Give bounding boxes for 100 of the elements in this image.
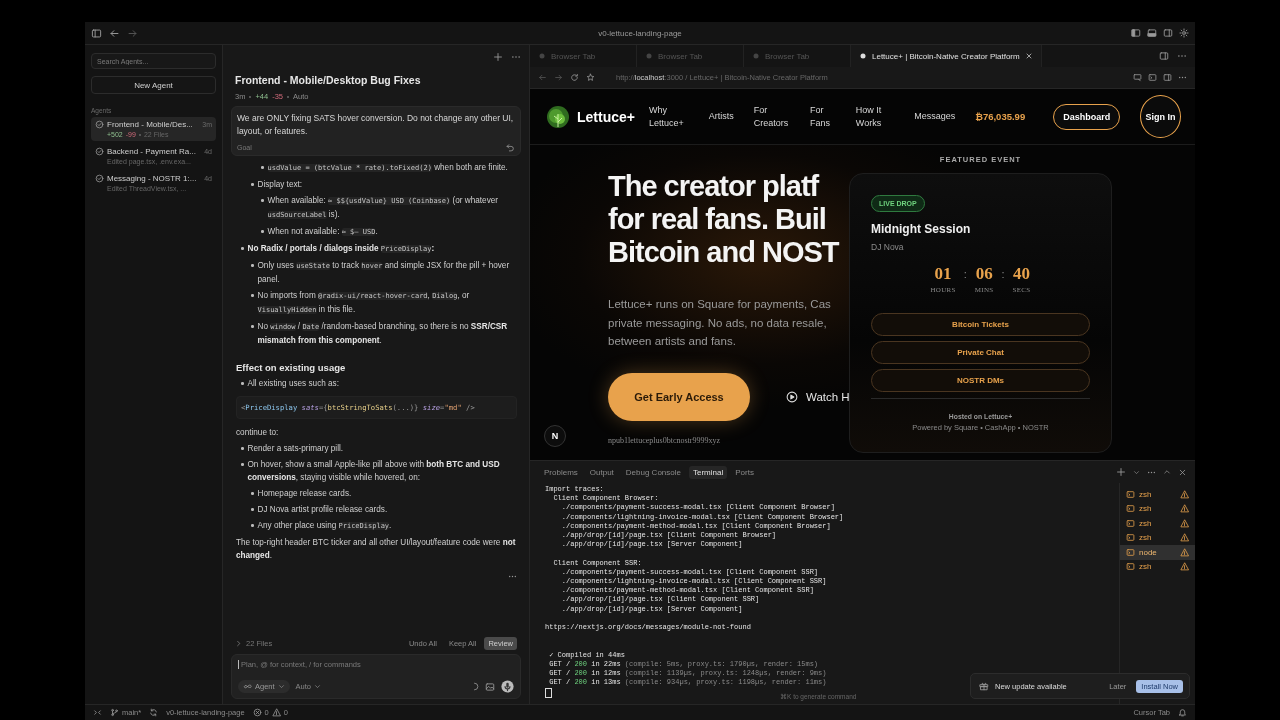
panel-tab[interactable]: Ports	[731, 465, 758, 479]
event-button[interactable]: NOSTR DMs	[871, 369, 1090, 392]
sign-in-button[interactable]: Sign In	[1140, 95, 1181, 138]
bullet-dot	[241, 382, 244, 385]
nav-link[interactable]: Artists	[708, 110, 734, 123]
close-icon[interactable]	[1178, 467, 1187, 477]
panel-bottom-icon[interactable]	[1147, 28, 1157, 38]
panel-right-icon[interactable]	[1163, 28, 1173, 38]
remote-icon[interactable]	[93, 708, 102, 717]
tab-favicon-icon	[752, 52, 760, 60]
chevron-up-icon[interactable]	[1163, 468, 1171, 476]
dev-badge[interactable]: N	[544, 425, 566, 447]
terminal-icon	[1126, 518, 1135, 528]
warning-icon	[1180, 562, 1189, 572]
warning-icon	[1180, 504, 1189, 514]
terminal-session[interactable]: zsh	[1120, 516, 1195, 531]
panel-tab[interactable]: Problems	[540, 465, 582, 479]
split-view-icon[interactable]	[1163, 73, 1172, 82]
warning-icon	[271, 708, 281, 717]
branch-icon	[110, 708, 119, 717]
plus-icon[interactable]	[493, 52, 503, 62]
event-button[interactable]: Private Chat	[871, 341, 1090, 364]
panel-tab[interactable]: Debug Console	[621, 465, 685, 479]
sync-icon[interactable]	[149, 708, 159, 717]
new-agent-button[interactable]: New Agent	[91, 76, 216, 94]
bullet-dot	[251, 492, 254, 495]
intro-text: private messaging. No ads, no data resale,	[608, 315, 827, 331]
star-icon[interactable]	[586, 73, 595, 82]
bullet-text: Homepage release cards.	[257, 488, 353, 500]
bell-icon[interactable]	[1178, 708, 1187, 717]
window-title: v0-lettuce-landing-page	[598, 28, 682, 38]
tab-favicon-icon	[538, 52, 546, 60]
error-icon	[252, 708, 262, 717]
event-button[interactable]: Bitcoin Tickets	[871, 313, 1090, 336]
terminal-icon	[1126, 562, 1135, 572]
bullet-dot	[251, 508, 254, 511]
close-icon[interactable]	[1024, 52, 1033, 60]
nav-link[interactable]: For Creators	[753, 103, 790, 130]
warning-icon	[1180, 547, 1189, 557]
bullet-dot	[241, 447, 244, 450]
nav-link[interactable]: How It Works	[855, 103, 895, 130]
watch-link[interactable]: Watch H	[786, 390, 850, 403]
countdown-separator: :	[1001, 268, 1005, 280]
bullet-text: On hover, show a small Apple-like pill above with both BTC and USD conversions, staying visible while hovered, on:	[247, 459, 501, 484]
browser-tab[interactable]: Lettuce+ | Bitcoin-Native Creator Platform	[851, 45, 1042, 67]
brand-name[interactable]: Lettuce+	[577, 108, 635, 125]
warning-icon	[1180, 518, 1189, 528]
npub-text: npub1lettuceplus0btcnostr9999xyz	[608, 436, 720, 445]
panel-tab[interactable]: Output	[585, 465, 618, 479]
panel-tab[interactable]: Terminal	[688, 465, 728, 479]
nav-link[interactable]: Why Lettuce+	[648, 103, 689, 130]
nav-link[interactable]: Messages	[914, 110, 956, 123]
panel-left-icon[interactable]	[1131, 28, 1141, 38]
chevron-down-icon[interactable]	[1133, 468, 1140, 476]
chat-title: Frontend - Mobile/Desktop Bug Fixes	[234, 74, 422, 86]
check-circle-icon	[95, 174, 104, 183]
terminal-session[interactable]: zsh	[1120, 559, 1195, 574]
undo-icon[interactable]	[506, 143, 515, 152]
split-view-icon[interactable]	[1159, 51, 1169, 61]
event-title: Midnight Session	[871, 222, 972, 236]
plus-icon[interactable]	[1116, 467, 1126, 477]
back-arrow-icon[interactable]	[109, 27, 120, 39]
headline-text: The creator platf	[608, 170, 819, 203]
image-icon[interactable]	[485, 681, 495, 692]
lettuce-logo-icon	[546, 104, 570, 129]
terminal-session[interactable]: node	[1120, 545, 1195, 560]
nav-link[interactable]: For Fans	[809, 103, 836, 130]
tab-favicon-icon	[645, 52, 653, 60]
bullet-text: Display text:	[257, 179, 304, 191]
intro-text: Lettuce+ runs on Square for payments, Cas	[608, 297, 831, 312]
bullet-dot	[251, 524, 254, 527]
chevron-down-icon	[314, 683, 322, 690]
paragraph: continue to:	[236, 427, 280, 439]
sidebar-toggle-icon[interactable]	[91, 27, 102, 39]
check-circle-icon	[95, 147, 104, 156]
terminal-session[interactable]: zsh	[1120, 501, 1195, 516]
terminal-icon	[1126, 533, 1135, 543]
warning-icon	[1180, 533, 1189, 543]
terminal-icon	[1126, 504, 1135, 514]
agent-title: Messaging - NOSTR 1:...	[107, 174, 198, 183]
bullet-text: DJ Nova artist profile release cards.	[257, 504, 389, 516]
chevron-right-icon	[235, 639, 242, 647]
settings-icon[interactable]	[1179, 28, 1189, 38]
countdown-value: 01	[934, 265, 952, 283]
play-icon	[786, 390, 798, 403]
reload-icon[interactable]	[570, 73, 579, 82]
bullet-dot	[261, 199, 264, 202]
screen-icon[interactable]	[1133, 73, 1142, 82]
gift-icon	[979, 681, 989, 691]
forward-arrow-icon[interactable]	[127, 27, 138, 39]
bullet-dot	[241, 247, 244, 250]
microphone-button-icon[interactable]	[501, 680, 514, 693]
get-early-access-button[interactable]: Get Early Access	[608, 372, 750, 421]
agent-title: Frontend - Mobile/Des...	[107, 120, 194, 129]
dashboard-button[interactable]: Dashboard	[1053, 103, 1121, 130]
intro-text: between artists and fans.	[608, 334, 736, 349]
terminal-session[interactable]: zsh	[1120, 530, 1195, 545]
bullet-dot	[241, 463, 244, 466]
terminal-icon[interactable]	[1148, 73, 1157, 82]
terminal-session[interactable]: zsh	[1120, 487, 1195, 502]
